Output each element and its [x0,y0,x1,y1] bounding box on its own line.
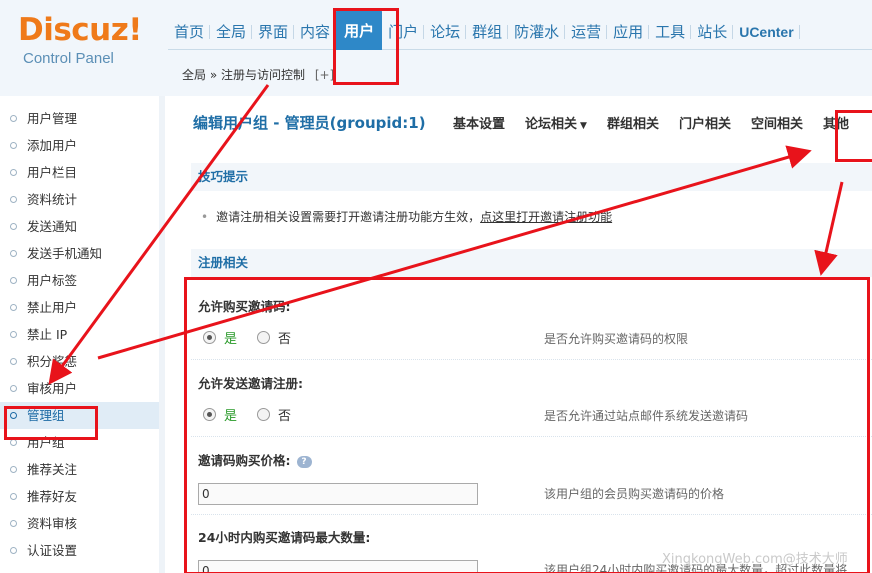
nav-groups[interactable]: 群组 [466,14,509,50]
nav-operations[interactable]: 运营 [565,14,608,50]
logo-subtitle: Control Panel [23,50,114,67]
tip-text: 邀请注册相关设置需要打开邀请注册功能方生效， [216,210,481,224]
bullet-icon [10,142,17,149]
nav-antispam[interactable]: 防灌水 [508,14,566,50]
sidebar-item-label: 资料统计 [27,192,78,207]
bullet-icon [10,115,17,122]
header: Discuz! Control Panel 首页 全局 界面 内容 用户 门户 … [0,0,872,96]
sidebar-item-label: 资料审核 [27,516,78,531]
annotation-box-tab [835,110,872,162]
tip-line: • 邀请注册相关设置需要打开邀请注册功能方生效，点这里打开邀请注册功能 [201,208,612,225]
sidebar-item-label: 添加用户 [27,138,78,153]
sidebar-item-user-fields[interactable]: 用户栏目 [0,159,159,186]
nav-apps[interactable]: 应用 [607,14,650,50]
tab-space[interactable]: 空间相关 [751,113,803,132]
sidebar-item-label: 用户标签 [27,273,78,288]
sidebar-item-verification[interactable]: 认证设置 [0,537,159,564]
tab-forum[interactable]: 论坛相关 ▼ [525,113,587,132]
sidebar-item-label: 推荐关注 [27,462,78,477]
sidebar-item-label: 禁止用户 [27,300,78,315]
nav-admin[interactable]: 站长 [691,14,734,50]
watermark: XingkongWeb.com@技术大师 [662,552,848,567]
bullet-icon [10,250,17,257]
bullet-icon [10,520,17,527]
nav-tools[interactable]: 工具 [649,14,692,50]
sidebar-item-label: 禁止 IP [27,327,68,342]
bullet-icon [10,304,17,311]
nav-forum[interactable]: 论坛 [424,14,467,50]
sidebar-item-ban-user[interactable]: 禁止用户 [0,294,159,321]
title-bar: 编辑用户组 - 管理员(groupid:1) 基本设置 论坛相关 ▼ 群组相关 门… [171,96,872,148]
sidebar-item-recommend-follow[interactable]: 推荐关注 [0,456,159,483]
sidebar-item-profile-review[interactable]: 资料审核 [0,510,159,537]
nav-content[interactable]: 内容 [294,14,337,50]
bullet-icon: • [201,210,209,224]
bullet-icon [10,466,17,473]
sidebar-item-profile-stats[interactable]: 资料统计 [0,186,159,213]
bullet-icon [10,385,17,392]
sidebar-item-add-user[interactable]: 添加用户 [0,132,159,159]
tab-label: 论坛相关 [525,117,578,132]
sidebar-item-label: 审核用户 [27,381,78,396]
bullet-icon [10,331,17,338]
nav-home[interactable]: 首页 [168,14,211,50]
logo[interactable]: Discuz! Control Panel [0,0,165,96]
annotation-box-settings [184,277,870,573]
sidebar-item-send-notice[interactable]: 发送通知 [0,213,159,240]
section-tips: 技巧提示 [191,163,872,191]
bullet-icon [10,277,17,284]
caret-down-icon: ▼ [580,121,587,131]
sidebar-item-recommend-friends[interactable]: 推荐好友 [0,483,159,510]
bullet-icon [10,439,17,446]
sidebar-item-send-sms[interactable]: 发送手机通知 [0,240,159,267]
sidebar-item-moderate-users[interactable]: 审核用户 [0,375,159,402]
sub-tabs: 基本设置 论坛相关 ▼ 群组相关 门户相关 空间相关 其他 [453,113,869,132]
breadcrumb: 全局 » 注册与访问控制 [+] [168,58,872,92]
breadcrumb-text: 全局 » 注册与访问控制 [182,68,305,82]
tab-groups[interactable]: 群组相关 [607,113,659,132]
logo-text: Discuz! [18,12,142,48]
sidebar-item-label: 用户管理 [27,111,78,126]
bullet-icon [10,547,17,554]
bullet-icon [10,223,17,230]
sidebar-item-label: 用户栏目 [27,165,78,180]
sidebar: 用户管理 添加用户 用户栏目 资料统计 发送通知 发送手机通知 用户标签 禁止用… [0,96,165,573]
annotation-box-sidebar [4,406,98,440]
sidebar-item-label: 认证设置 [27,543,78,558]
bullet-icon [10,169,17,176]
nav-ucenter[interactable]: UCenter [733,14,801,50]
sidebar-item-ban-ip[interactable]: 禁止 IP [0,321,159,348]
tab-basic-settings[interactable]: 基本设置 [453,113,505,132]
annotation-box-nav [333,8,399,85]
sidebar-item-user-management[interactable]: 用户管理 [0,105,159,132]
bullet-icon [10,358,17,365]
tab-portal[interactable]: 门户相关 [679,113,731,132]
sidebar-item-label: 积分奖惩 [27,354,78,369]
enable-invite-link[interactable]: 点这里打开邀请注册功能 [480,210,612,224]
section-registration: 注册相关 [191,249,872,277]
bullet-icon [10,493,17,500]
sidebar-item-credits-rewards[interactable]: 积分奖惩 [0,348,159,375]
nav-interface[interactable]: 界面 [252,14,295,50]
sidebar-item-label: 发送手机通知 [27,246,103,261]
sidebar-item-label: 推荐好友 [27,489,78,504]
top-nav: 首页 全局 界面 内容 用户 门户 论坛 群组 防灌水 运营 应用 工具 站长 … [168,8,872,50]
bullet-icon [10,196,17,203]
sidebar-item-user-tags[interactable]: 用户标签 [0,267,159,294]
page-title: 编辑用户组 - 管理员(groupid:1) [193,114,426,132]
sidebar-item-label: 发送通知 [27,219,78,234]
add-shortcut-button[interactable]: [+] [315,68,334,82]
nav-global[interactable]: 全局 [210,14,253,50]
